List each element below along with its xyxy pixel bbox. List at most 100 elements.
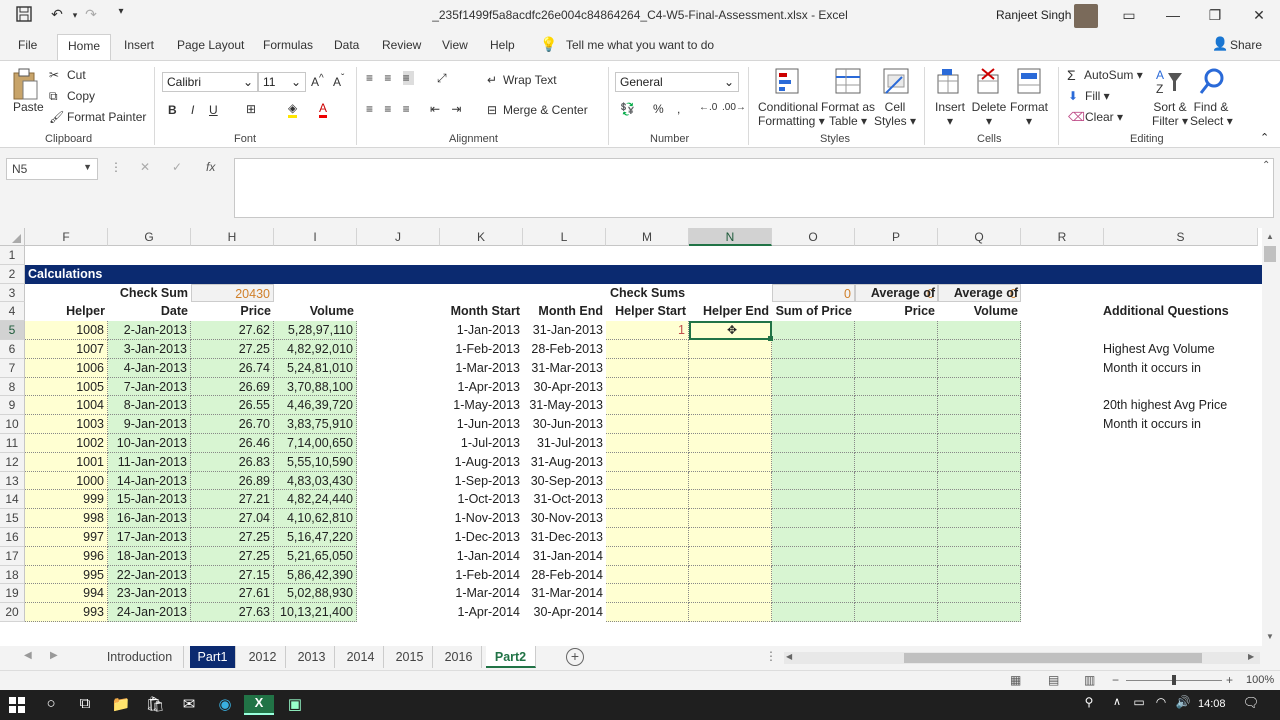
result-cell[interactable]: [772, 584, 855, 604]
month-end-cell[interactable]: 31-Oct-2013: [523, 490, 606, 509]
helper-start-cell[interactable]: [606, 509, 689, 528]
helper-end-cell[interactable]: [689, 358, 772, 378]
helper-cell[interactable]: 997: [25, 528, 108, 547]
row-header-15[interactable]: 15: [0, 509, 25, 528]
result-cell[interactable]: [855, 490, 938, 510]
helper-cell[interactable]: 1001: [25, 452, 108, 472]
month-end-cell[interactable]: 30-Sep-2013: [523, 472, 606, 491]
helper-start-cell[interactable]: [606, 415, 689, 434]
volume-cell[interactable]: 3,83,75,910: [274, 415, 357, 434]
h-scroll-thumb[interactable]: [904, 653, 1202, 663]
close-icon[interactable]: ✕: [1236, 0, 1280, 32]
helper-cell[interactable]: 1003: [25, 415, 108, 434]
header-avg-price-2[interactable]: Price: [855, 302, 938, 321]
volume-cell[interactable]: 5,02,88,930: [274, 584, 357, 604]
result-cell[interactable]: [772, 377, 855, 397]
file-explorer-icon[interactable]: 📁: [106, 695, 136, 715]
month-end-cell[interactable]: 30-Apr-2014: [523, 603, 606, 622]
month-end-cell[interactable]: 30-Nov-2013: [523, 509, 606, 528]
row-header-14[interactable]: 14: [0, 490, 25, 510]
row-header-5[interactable]: 5: [0, 321, 25, 340]
helper-start-cell[interactable]: [606, 471, 689, 491]
helper-end-cell[interactable]: [689, 528, 772, 547]
volume-cell[interactable]: 5,16,47,220: [274, 528, 357, 547]
result-cell[interactable]: [855, 584, 938, 604]
column-header-n[interactable]: N: [689, 228, 772, 246]
volume-cell[interactable]: 7,14,00,650: [274, 434, 357, 453]
volume-cell[interactable]: 5,21,65,050: [274, 546, 357, 566]
result-cell[interactable]: [938, 584, 1021, 604]
minimize-icon[interactable]: —: [1150, 0, 1196, 32]
cut-button[interactable]: Cut: [67, 68, 86, 82]
volume-cell[interactable]: 10,13,21,400: [274, 603, 357, 622]
autosum-button[interactable]: AutoSum ▾: [1084, 68, 1143, 82]
result-cell[interactable]: [855, 565, 938, 585]
cancel-icon[interactable]: ✕: [140, 160, 150, 174]
result-cell[interactable]: [938, 490, 1021, 510]
column-header-g[interactable]: G: [108, 228, 191, 246]
sheet-tab-part1[interactable]: Part1: [190, 646, 236, 668]
tab-review[interactable]: Review: [382, 38, 421, 60]
prev-sheet-icon[interactable]: ◀: [24, 650, 32, 661]
row-header-10[interactable]: 10: [0, 415, 25, 434]
result-cell[interactable]: [855, 377, 938, 397]
user-name[interactable]: Ranjeet Singh: [996, 8, 1071, 22]
volume-cell[interactable]: 4,82,24,440: [274, 490, 357, 510]
row-header-20[interactable]: 20: [0, 603, 25, 622]
result-cell[interactable]: [855, 546, 938, 566]
helper-end-cell[interactable]: [689, 340, 772, 359]
date-cell[interactable]: 24-Jan-2013: [108, 603, 191, 622]
cut-icon[interactable]: ✂: [49, 68, 59, 82]
helper-end-cell[interactable]: [689, 471, 772, 491]
result-cell[interactable]: [855, 340, 938, 359]
date-cell[interactable]: 23-Jan-2013: [108, 584, 191, 604]
result-cell[interactable]: [772, 603, 855, 622]
volume-cell[interactable]: 5,55,10,590: [274, 452, 357, 472]
wrap-text-button[interactable]: Wrap Text: [503, 73, 557, 87]
fill-color-icon[interactable]: ◈: [288, 101, 298, 118]
maximize-icon[interactable]: ❐: [1192, 0, 1238, 32]
windows-start-icon[interactable]: [2, 695, 32, 715]
month-start-cell[interactable]: 1-Jun-2013: [440, 415, 523, 434]
helper-start-cell[interactable]: 1: [606, 321, 689, 340]
result-cell[interactable]: [772, 340, 855, 359]
month-start-cell[interactable]: 1-Feb-2013: [440, 340, 523, 359]
check-sums-label[interactable]: Check Sums: [606, 284, 689, 303]
page-layout-view-icon[interactable]: ▤: [1048, 673, 1059, 687]
price-cell[interactable]: 26.83: [191, 452, 274, 472]
column-header-k[interactable]: K: [440, 228, 523, 246]
question-text[interactable]: Month it occurs in: [1100, 415, 1260, 434]
date-cell[interactable]: 11-Jan-2013: [108, 452, 191, 472]
calculations-banner[interactable]: Calculations: [25, 264, 1262, 284]
font-size-select[interactable]: 11 ⌄: [258, 72, 306, 92]
month-start-cell[interactable]: 1-Mar-2013: [440, 359, 523, 378]
result-cell[interactable]: [938, 509, 1021, 528]
helper-cell[interactable]: 1007: [25, 340, 108, 359]
format-painter-icon[interactable]: 🖌: [49, 110, 64, 124]
helper-cell[interactable]: 998: [25, 509, 108, 528]
tab-view[interactable]: View: [442, 38, 468, 60]
column-header-q[interactable]: Q: [938, 228, 1021, 246]
helper-start-cell[interactable]: [606, 603, 689, 622]
month-end-cell[interactable]: 30-Apr-2013: [523, 378, 606, 397]
helper-end-cell[interactable]: [689, 584, 772, 604]
orientation-icon[interactable]: ⤢: [437, 71, 447, 86]
volume-cell[interactable]: 5,24,81,010: [274, 358, 357, 378]
price-cell[interactable]: 26.46: [191, 434, 274, 453]
merge-center-button[interactable]: Merge & Center: [503, 103, 588, 117]
insert-function-icon[interactable]: fx: [206, 160, 215, 174]
clock[interactable]: 14:08: [1198, 698, 1226, 710]
month-end-cell[interactable]: 31-Mar-2013: [523, 359, 606, 378]
paste-icon[interactable]: [10, 67, 44, 101]
copy-icon[interactable]: ⧉: [49, 89, 58, 104]
month-start-cell[interactable]: 1-Apr-2014: [440, 603, 523, 622]
mail-icon[interactable]: ✉: [174, 695, 204, 715]
result-cell[interactable]: [938, 340, 1021, 359]
date-cell[interactable]: 3-Jan-2013: [108, 340, 191, 359]
result-cell[interactable]: [855, 471, 938, 491]
header-volume[interactable]: Volume: [274, 302, 357, 321]
helper-cell[interactable]: 1004: [25, 396, 108, 416]
helper-cell[interactable]: 999: [25, 490, 108, 510]
row-header-11[interactable]: 11: [0, 434, 25, 453]
volume-cell[interactable]: 4,10,62,810: [274, 509, 357, 528]
